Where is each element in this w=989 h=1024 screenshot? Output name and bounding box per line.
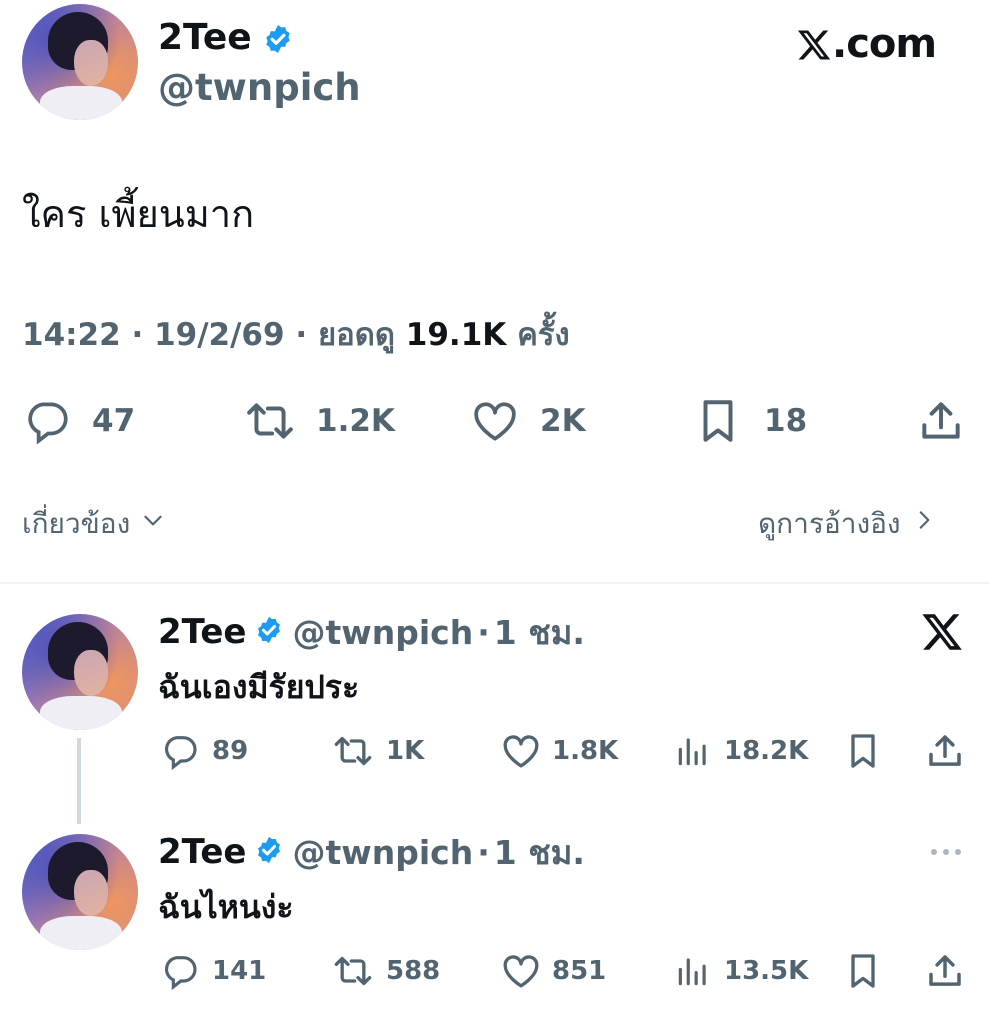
verified-badge-icon: [262, 23, 294, 55]
share-icon: [924, 950, 966, 992]
reply-avatar[interactable]: [22, 834, 138, 950]
x-logo-icon: [796, 26, 832, 62]
author-handle[interactable]: @twnpich: [158, 64, 361, 112]
more-icon[interactable]: [926, 838, 966, 866]
retweet-button[interactable]: 588: [330, 950, 440, 992]
retweet-button[interactable]: 1.2K: [242, 396, 395, 446]
retweet-count: 588: [386, 956, 441, 986]
reply-author-handle[interactable]: @twnpich: [292, 833, 473, 872]
retweet-button[interactable]: 1K: [330, 730, 424, 772]
reply-author-name[interactable]: 2Tee: [158, 832, 246, 872]
views-button[interactable]: 13.5K: [674, 950, 808, 992]
reply-header: 2Tee @twnpich · 1 ชม.: [158, 830, 585, 874]
bookmark-button[interactable]: [846, 730, 880, 772]
like-button[interactable]: 1.8K: [500, 730, 618, 772]
like-icon: [470, 396, 520, 446]
reply-time[interactable]: 1 ชม.: [494, 826, 585, 879]
like-icon: [500, 950, 542, 992]
like-count: 851: [552, 956, 607, 986]
views-label: ยอดดู: [317, 317, 395, 353]
share-button[interactable]: [924, 950, 966, 992]
reply-time[interactable]: 1 ชม.: [494, 606, 585, 659]
like-count: 2K: [540, 403, 586, 439]
bookmark-icon: [846, 731, 880, 771]
author-avatar[interactable]: [22, 4, 138, 120]
related-toggle[interactable]: เกี่ยวข้อง: [22, 502, 166, 546]
bookmark-button[interactable]: 18: [696, 396, 807, 446]
like-button[interactable]: 851: [500, 950, 606, 992]
retweet-icon: [330, 731, 376, 771]
divider: [0, 582, 989, 584]
reply-text: ฉันไหนง่ะ: [158, 888, 294, 926]
views-count: 19.1K: [405, 317, 507, 353]
tweet-time[interactable]: 14:22: [22, 317, 121, 353]
reply-author-handle[interactable]: @twnpich: [292, 613, 473, 652]
like-button[interactable]: 2K: [470, 396, 586, 446]
reply-count: 47: [92, 403, 136, 439]
verified-badge-icon: [254, 615, 284, 649]
views-icon: [674, 731, 712, 771]
tweet-date[interactable]: 19/2/69: [154, 317, 285, 353]
views-count: 13.5K: [724, 956, 809, 986]
verified-badge-icon: [254, 835, 284, 869]
views-icon: [674, 951, 712, 991]
share-icon: [924, 730, 966, 772]
bookmark-button[interactable]: [846, 950, 880, 992]
reply-header: 2Tee @twnpich · 1 ชม.: [158, 610, 585, 654]
reply-avatar[interactable]: [22, 614, 138, 730]
share-icon: [916, 396, 966, 446]
chevron-right-icon: [911, 502, 937, 546]
bookmark-icon: [696, 396, 740, 446]
reply-author-name[interactable]: 2Tee: [158, 612, 246, 652]
retweet-icon: [242, 396, 298, 446]
tweet-text: ใคร เพี้ยนมาก: [22, 192, 255, 236]
share-button[interactable]: [924, 730, 966, 772]
like-icon: [500, 730, 542, 772]
reply-button[interactable]: 141: [160, 950, 266, 992]
reply-button[interactable]: 47: [22, 396, 135, 446]
reply-separator: ·: [477, 612, 490, 652]
reply-text: ฉันเองมีรัยประ: [158, 668, 360, 706]
views-unit: ครั้ง: [517, 317, 570, 353]
x-logo-icon[interactable]: [920, 610, 964, 654]
chevron-down-icon: [140, 502, 166, 546]
reply-button[interactable]: 89: [160, 730, 248, 772]
brand-text: .com: [832, 21, 937, 67]
reply-icon: [22, 396, 72, 446]
views-button[interactable]: 18.2K: [674, 730, 808, 772]
retweet-count: 1K: [386, 736, 425, 766]
retweet-count: 1.2K: [316, 403, 395, 439]
related-label: เกี่ยวข้อง: [22, 507, 131, 540]
view-quotes-link[interactable]: ดูการอ้างอิง: [758, 502, 937, 546]
reply-icon: [160, 731, 200, 771]
share-button[interactable]: [916, 396, 966, 446]
views-count: 18.2K: [724, 736, 809, 766]
reply-separator: ·: [477, 832, 490, 872]
view-quotes-label: ดูการอ้างอิง: [758, 507, 901, 540]
brand-label: .com: [796, 20, 937, 68]
thread-line: [77, 738, 81, 824]
meta-separator: ·: [295, 317, 308, 353]
meta-separator: ·: [131, 317, 144, 353]
retweet-icon: [330, 951, 376, 991]
like-count: 1.8K: [552, 736, 619, 766]
reply-count: 89: [212, 736, 249, 766]
author-name[interactable]: 2Tee: [158, 16, 252, 60]
tweet-meta: 14:22 · 19/2/69 · ยอดดู 19.1K ครั้ง: [22, 312, 570, 358]
reply-icon: [160, 951, 200, 991]
bookmark-count: 18: [764, 403, 808, 439]
bookmark-icon: [846, 951, 880, 991]
reply-count: 141: [212, 956, 267, 986]
